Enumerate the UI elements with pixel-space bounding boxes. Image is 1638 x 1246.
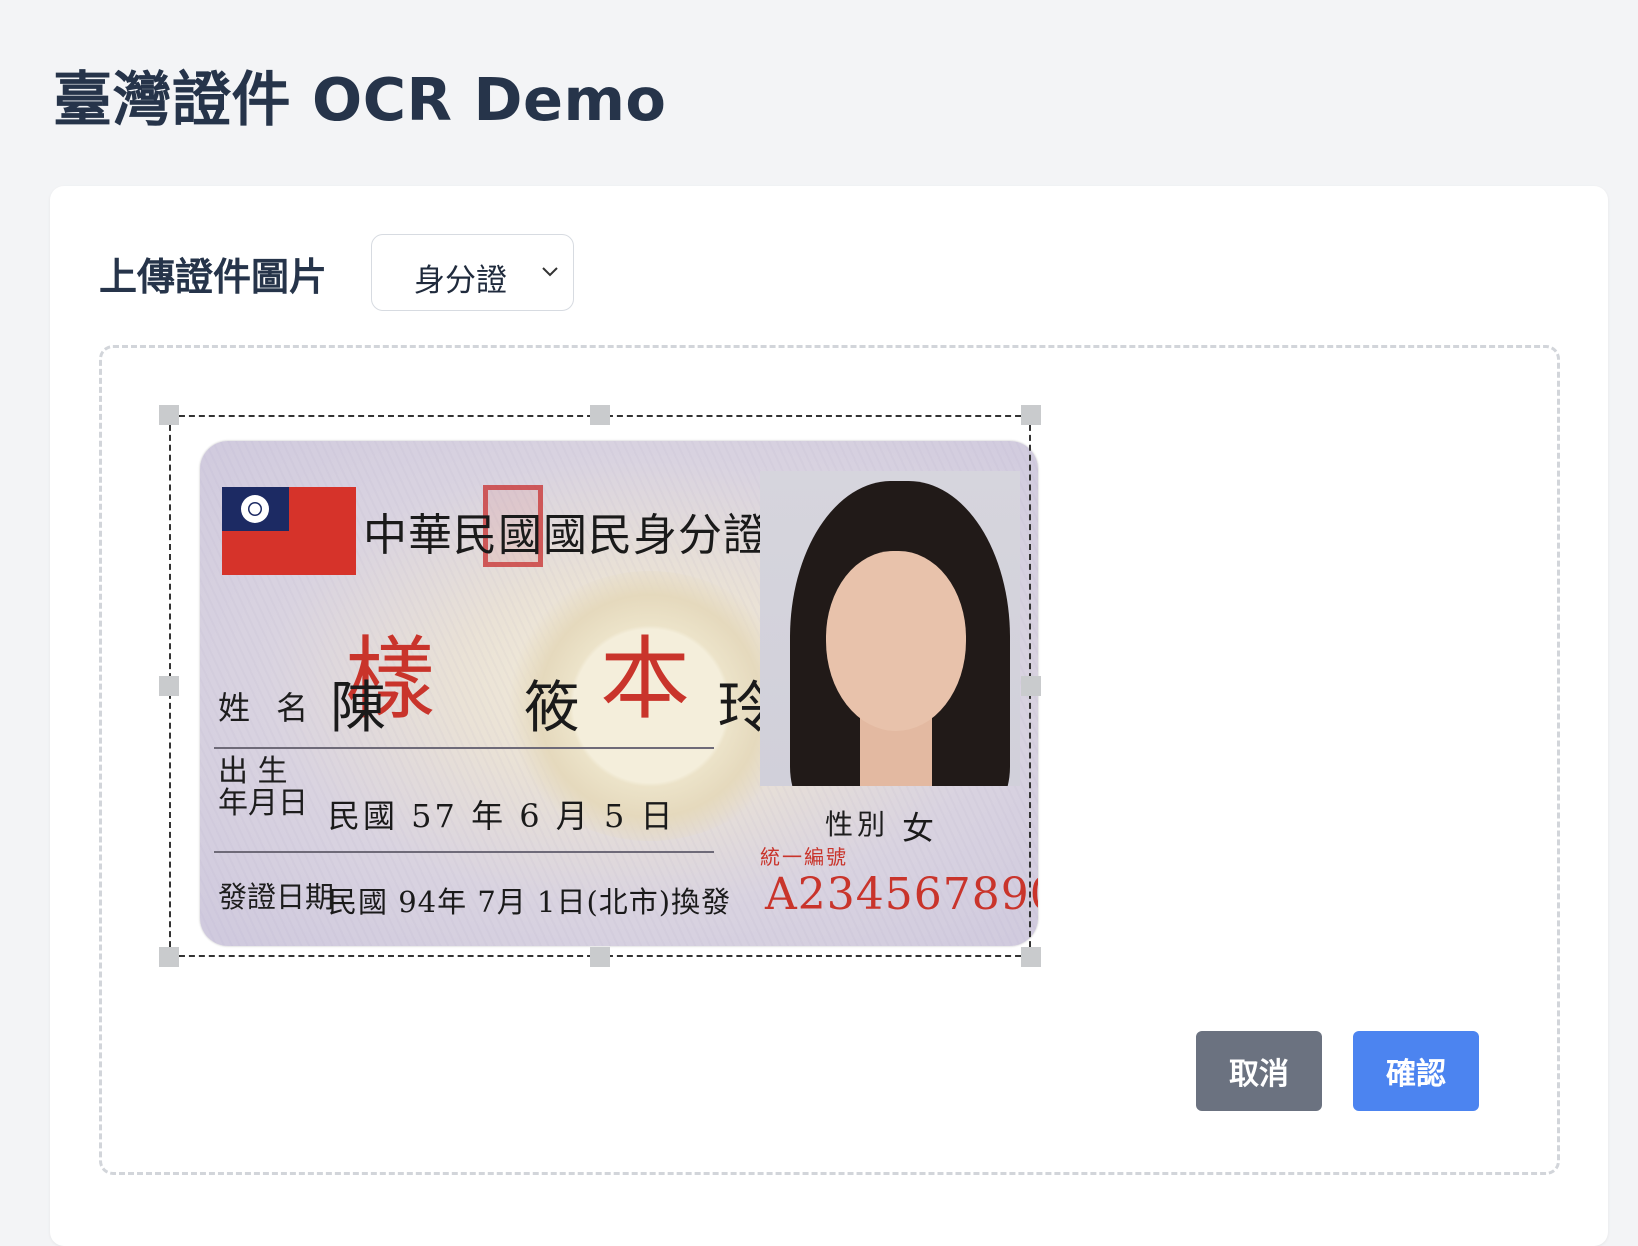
crop-handle-left[interactable]	[159, 676, 179, 696]
crop-handle-bottom-left[interactable]	[159, 947, 179, 967]
crop-handle-right[interactable]	[1021, 676, 1041, 696]
image-drop-zone[interactable]: 中華民國國民身分證 樣 本 姓 名 陳 筱 玲 出 生 年月日 民國 57 年 …	[99, 345, 1560, 1175]
document-type-select[interactable]: 身分證	[371, 234, 574, 311]
page-title: 臺灣證件 OCR Demo	[53, 65, 667, 134]
upload-card: 上傳證件圖片 身分證 中華民國國民身分證 樣 本 姓 名 陳 筱 玲 出 生 年…	[50, 186, 1608, 1246]
document-type-value: 身分證	[414, 263, 507, 299]
chevron-down-icon	[542, 267, 558, 277]
crop-handle-bottom-right[interactable]	[1021, 947, 1041, 967]
crop-handle-top-right[interactable]	[1021, 405, 1041, 425]
confirm-button[interactable]: 確認	[1353, 1031, 1479, 1111]
crop-frame[interactable]	[169, 415, 1031, 957]
crop-handle-top-left[interactable]	[159, 405, 179, 425]
crop-handle-bottom[interactable]	[590, 947, 610, 967]
cancel-button[interactable]: 取消	[1196, 1031, 1322, 1111]
upload-label: 上傳證件圖片	[99, 255, 328, 299]
crop-handle-top[interactable]	[590, 405, 610, 425]
